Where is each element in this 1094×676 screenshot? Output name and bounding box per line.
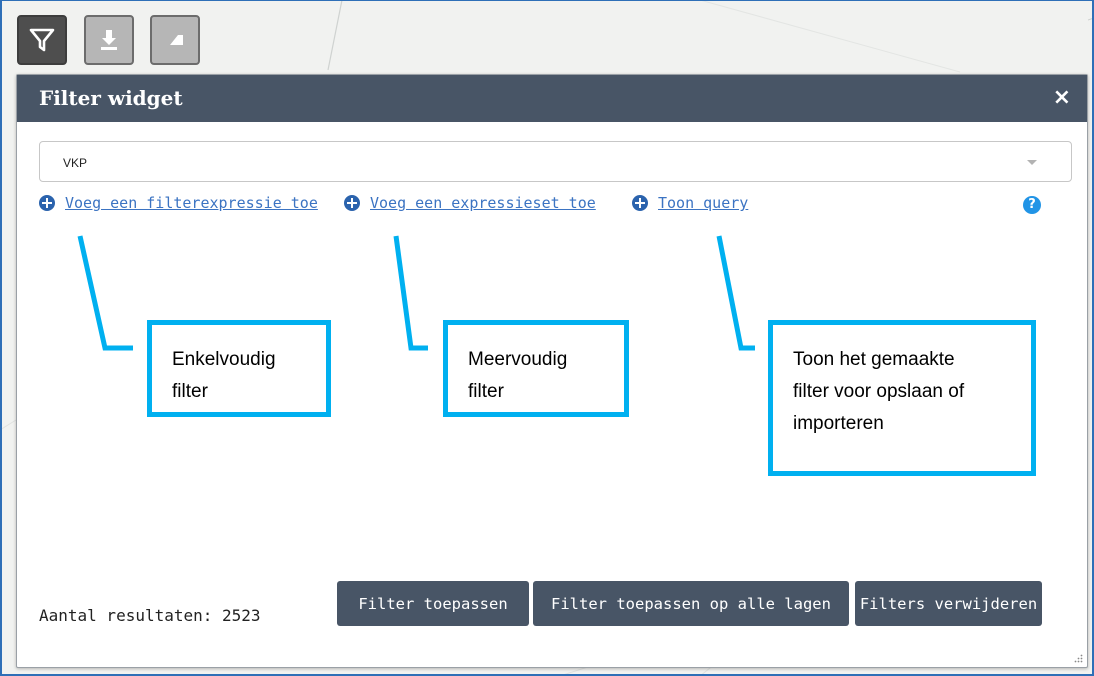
plus-circle-icon	[632, 195, 648, 211]
chevron-down-icon	[1027, 160, 1037, 165]
callout-multiple-filter: Meervoudig filter	[443, 320, 629, 417]
panel-header: Filter widget ×	[17, 75, 1087, 122]
panel-title: Filter widget	[39, 86, 183, 110]
download-tool-button[interactable]	[84, 15, 134, 65]
callout-query-line2: filter voor opslaan of	[793, 381, 965, 402]
filter-icon	[29, 28, 55, 52]
add-expression-set-link[interactable]: Voeg een expressieset toe	[344, 194, 596, 212]
callout-query-line1: Toon het gemaakte	[793, 349, 955, 370]
layer-select-value: VKP	[63, 156, 88, 170]
apply-filter-all-layers-button[interactable]: Filter toepassen op alle lagen	[533, 581, 849, 626]
help-icon[interactable]: ?	[1023, 196, 1041, 214]
close-button[interactable]: ×	[1053, 85, 1071, 110]
show-query-link[interactable]: Toon query	[632, 194, 748, 212]
resize-grip-icon[interactable]	[1074, 654, 1083, 663]
apply-filter-button[interactable]: Filter toepassen	[337, 581, 529, 626]
callout-single-filter: Enkelvoudig filter	[147, 320, 331, 417]
callout-single-line1: Enkelvoudig	[172, 349, 276, 370]
eraser-tool-button[interactable]	[150, 15, 200, 65]
show-query-label: Toon query	[658, 194, 749, 212]
callout-multiple-line1: Meervoudig	[468, 349, 568, 370]
download-icon	[101, 30, 117, 50]
plus-circle-icon	[39, 195, 55, 211]
callout-query-line3: importeren	[793, 413, 884, 434]
eraser-icon	[170, 35, 183, 45]
result-count: Aantal resultaten: 2523	[39, 606, 261, 625]
filter-tool-button[interactable]	[17, 15, 67, 65]
add-filter-expression-label: Voeg een filterexpressie toe	[65, 194, 318, 212]
add-filter-expression-link[interactable]: Voeg een filterexpressie toe	[39, 194, 318, 212]
layer-select[interactable]: VKP	[39, 141, 1072, 182]
callout-single-line2: filter	[172, 381, 208, 402]
callout-multiple-line2: filter	[468, 381, 504, 402]
plus-circle-icon	[344, 195, 360, 211]
add-expression-set-label: Voeg een expressieset toe	[370, 194, 596, 212]
remove-filters-button[interactable]: Filters verwijderen	[855, 581, 1042, 626]
callout-show-query: Toon het gemaakte filter voor opslaan of…	[768, 320, 1036, 476]
